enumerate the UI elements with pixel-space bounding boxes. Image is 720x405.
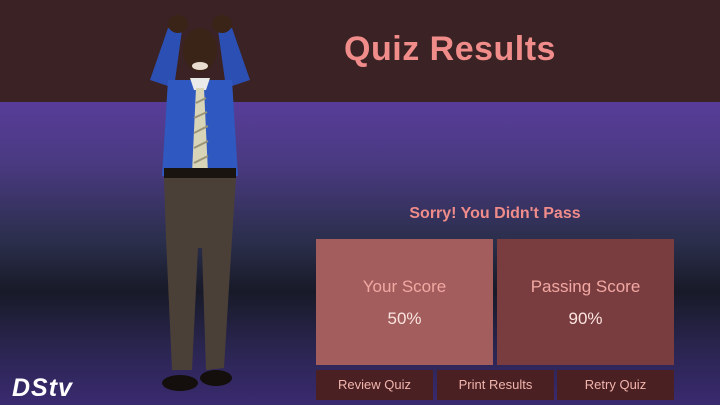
passing-score-label: Passing Score: [530, 277, 641, 296]
review-quiz-button[interactable]: Review Quiz: [316, 370, 433, 400]
dstv-logo: DStv: [12, 374, 73, 402]
your-score-label: Your Score: [362, 277, 447, 296]
excited-man-image: [150, 15, 250, 391]
your-score-box: Your Score 50%: [316, 239, 493, 365]
page-title: Quiz Results: [344, 30, 556, 68]
your-score-value: 50%: [387, 309, 422, 328]
result-message: Sorry! You Didn't Pass: [409, 205, 581, 222]
print-results-button[interactable]: Print Results: [437, 370, 554, 400]
passing-score-value: 90%: [568, 309, 603, 328]
passing-score-box: Passing Score 90%: [497, 239, 674, 365]
retry-quiz-button[interactable]: Retry Quiz: [557, 370, 674, 400]
